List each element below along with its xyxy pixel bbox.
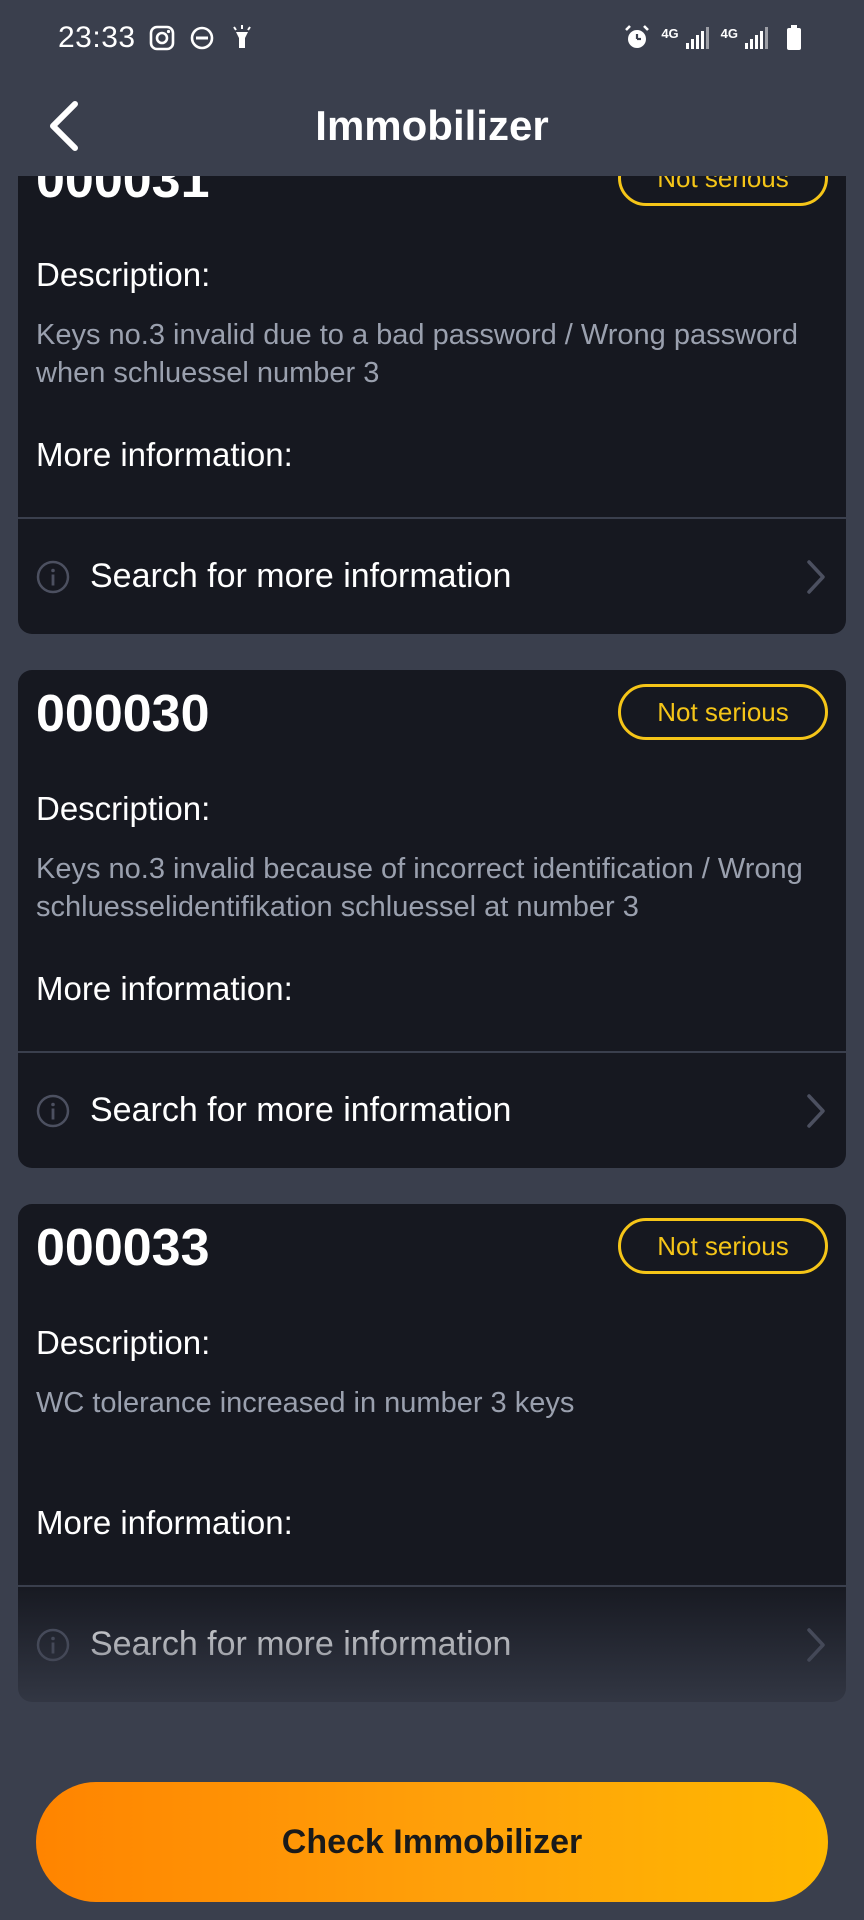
fault-card: 000033 Not serious Description: WC toler… [18, 1204, 846, 1702]
app-header: Immobilizer [0, 76, 864, 176]
more-info-label: More information: [36, 436, 293, 473]
chevron-right-icon [807, 1093, 825, 1128]
chevron-right-icon [807, 1627, 825, 1662]
description-label: Description: [36, 256, 211, 293]
fault-list[interactable]: 000031 Not serious Description: Keys no.… [18, 176, 846, 1766]
check-immobilizer-button[interactable]: Check Immobilizer [36, 1782, 828, 1902]
search-more-info-label: Search for more information [90, 1091, 512, 1129]
alarm-icon [625, 25, 650, 48]
status-time: 23:33 [58, 21, 136, 54]
search-more-info-button[interactable]: Search for more information [18, 1053, 846, 1168]
status-right: 4G 4G [623, 24, 808, 52]
fault-card: 000031 Not serious Description: Keys no.… [18, 176, 846, 634]
flashlight-icon [232, 25, 251, 48]
fault-card: 000030 Not serious Description: Keys no.… [18, 670, 846, 1168]
info-icon [36, 560, 70, 593]
fault-code: 000030 [36, 685, 210, 743]
network-type-2: 4G [720, 26, 738, 41]
severity-badge: Not serious [618, 176, 828, 206]
description-label: Description: [36, 790, 211, 827]
signal-icon [745, 27, 768, 49]
chevron-left-icon [50, 101, 78, 151]
status-bar: 23:33 4G 4G [0, 0, 864, 76]
more-info-label: More information: [36, 1504, 293, 1541]
back-button[interactable] [40, 94, 88, 158]
status-left: 23:33 [58, 21, 256, 55]
description-text: Keys no.3 invalid because of incorrect i… [36, 853, 803, 923]
description-text: WC tolerance increased in number 3 keys [36, 1387, 575, 1419]
battery-icon [787, 25, 801, 50]
severity-badge: Not serious [618, 684, 828, 740]
info-icon [36, 1628, 70, 1661]
fault-code: 000033 [36, 1219, 210, 1277]
chevron-right-icon [807, 559, 825, 594]
search-more-info-button[interactable]: Search for more information [18, 519, 846, 634]
description-text: Keys no.3 invalid due to a bad password … [36, 319, 798, 389]
severity-badge: Not serious [618, 1218, 828, 1274]
more-info-label: More information: [36, 970, 293, 1007]
description-label: Description: [36, 1324, 211, 1361]
search-more-info-button[interactable]: Search for more information [18, 1587, 846, 1702]
search-more-info-label: Search for more information [90, 1625, 512, 1663]
network-type-1: 4G [661, 26, 679, 41]
instagram-icon [149, 25, 174, 51]
dnd-icon [190, 26, 213, 50]
info-icon [36, 1094, 70, 1127]
search-more-info-label: Search for more information [90, 557, 512, 595]
page-title: Immobilizer [315, 102, 549, 149]
fault-code: 000031 [36, 176, 210, 209]
signal-icon [685, 27, 709, 49]
